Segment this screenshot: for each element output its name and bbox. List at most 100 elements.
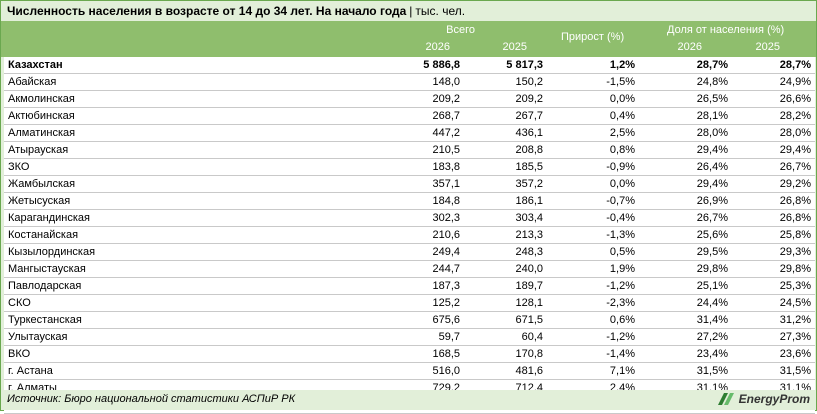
value-cell: 28,7%	[732, 57, 815, 74]
table-row: Костанайская 210,6 213,3 -1,3% 25,6% 25,8%	[4, 226, 815, 244]
value-cell: 0,6%	[547, 311, 639, 329]
value-cell: 671,5	[464, 311, 547, 329]
footer: Источник: Бюро национальной статистики А…	[1, 390, 816, 410]
table-row: Актюбинская 268,7 267,7 0,4% 28,1% 28,2%	[4, 107, 815, 125]
region-cell: ВКО	[4, 345, 334, 363]
value-cell: 26,6%	[732, 90, 815, 108]
value-cell: 0,0%	[547, 175, 639, 193]
table-header: Всего Прирост (%) Доля от населения (%) …	[1, 21, 816, 57]
value-cell: 436,1	[464, 124, 547, 142]
value-cell: 28,1%	[639, 107, 732, 125]
region-cell: Костанайская	[4, 226, 334, 244]
value-cell: 249,4	[334, 243, 464, 261]
value-cell: 186,1	[464, 192, 547, 210]
value-cell: 303,4	[464, 209, 547, 227]
value-cell: 29,8%	[639, 260, 732, 278]
header-year-share-2025: 2025	[755, 41, 780, 53]
region-cell: СКО	[4, 294, 334, 312]
header-growth: Прирост (%)	[561, 31, 625, 43]
value-cell: 209,2	[334, 90, 464, 108]
table-row: Атырауская 210,5 208,8 0,8% 29,4% 29,4%	[4, 141, 815, 159]
region-cell: Алматинская	[4, 124, 334, 142]
header-share: Доля от населения (%)	[667, 24, 785, 36]
unit-label: тыс. чел.	[415, 4, 466, 18]
value-cell: 481,6	[464, 362, 547, 380]
value-cell: 24,8%	[639, 73, 732, 91]
table-row: Кызылординская 249,4 248,3 0,5% 29,5% 29,3%	[4, 243, 815, 261]
table-row: Карагандинская 302,3 303,4 -0,4% 26,7% 26,8%	[4, 209, 815, 227]
table-row: Мангыстауская 244,7 240,0 1,9% 29,8% 29,8%	[4, 260, 815, 278]
table-row: СКО 125,2 128,1 -2,3% 24,4% 24,5%	[4, 294, 815, 312]
table-row: Жамбылская 357,1 357,2 0,0% 29,4% 29,2%	[4, 175, 815, 193]
value-cell: 29,4%	[732, 141, 815, 159]
header-total: Всего	[446, 24, 475, 36]
report-frame: Численность населения в возрасте от 14 д…	[0, 0, 817, 414]
value-cell: 29,2%	[732, 175, 815, 193]
table-row: Улытауская 59,7 60,4 -1,2% 27,2% 27,3%	[4, 328, 815, 346]
value-cell: 150,2	[464, 73, 547, 91]
value-cell: 23,6%	[732, 345, 815, 363]
value-cell: 516,0	[334, 362, 464, 380]
value-cell: 208,8	[464, 141, 547, 159]
value-cell: 26,5%	[639, 90, 732, 108]
value-cell: 168,5	[334, 345, 464, 363]
table-row: г. Астана 516,0 481,6 7,1% 31,5% 31,5%	[4, 362, 815, 380]
value-cell: 189,7	[464, 277, 547, 295]
value-cell: -1,3%	[547, 226, 639, 244]
value-cell: 209,2	[464, 90, 547, 108]
table-title: Численность населения в возрасте от 14 д…	[7, 4, 407, 18]
value-cell: 187,3	[334, 277, 464, 295]
value-cell: 302,3	[334, 209, 464, 227]
value-cell: 2,5%	[547, 124, 639, 142]
value-cell: 184,8	[334, 192, 464, 210]
value-cell: 7,1%	[547, 362, 639, 380]
region-cell: Жетысуская	[4, 192, 334, 210]
header-year-total-2025: 2025	[502, 41, 527, 53]
value-cell: 26,9%	[639, 192, 732, 210]
energyprom-logo-icon	[717, 393, 734, 405]
value-cell: 29,5%	[639, 243, 732, 261]
table-row: Туркестанская 675,6 671,5 0,6% 31,4% 31,2%	[4, 311, 815, 329]
value-cell: 26,8%	[732, 192, 815, 210]
value-cell: -1,4%	[547, 345, 639, 363]
table-row-total: Казахстан 5 886,8 5 817,3 1,2% 28,7% 28,7%	[4, 57, 815, 74]
value-cell: 31,5%	[732, 362, 815, 380]
value-cell: 28,0%	[639, 124, 732, 142]
value-cell: 183,8	[334, 158, 464, 176]
table-body: Казахстан 5 886,8 5 817,3 1,2% 28,7% 28,7% Аба…	[4, 57, 815, 414]
value-cell: 60,4	[464, 328, 547, 346]
value-cell: 24,9%	[732, 73, 815, 91]
value-cell: 185,5	[464, 158, 547, 176]
value-cell: -0,7%	[547, 192, 639, 210]
data-table: Казахстан 5 886,8 5 817,3 1,2% 28,7% 28,7% Аба…	[4, 57, 815, 414]
table-row: Алматинская 447,2 436,1 2,5% 28,0% 28,0%	[4, 124, 815, 142]
value-cell: 29,3%	[732, 243, 815, 261]
value-cell: 0,5%	[547, 243, 639, 261]
value-cell: -1,2%	[547, 277, 639, 295]
value-cell: 0,8%	[547, 141, 639, 159]
value-cell: 31,2%	[732, 311, 815, 329]
region-cell: Актюбинская	[4, 107, 334, 125]
value-cell: 59,7	[334, 328, 464, 346]
value-cell: 213,3	[464, 226, 547, 244]
value-cell: 170,8	[464, 345, 547, 363]
value-cell: 28,0%	[732, 124, 815, 142]
value-cell: 25,1%	[639, 277, 732, 295]
value-cell: 1,2%	[547, 57, 639, 74]
value-cell: 27,3%	[732, 328, 815, 346]
value-cell: 26,8%	[732, 209, 815, 227]
region-cell: Казахстан	[4, 57, 334, 74]
value-cell: 148,0	[334, 73, 464, 91]
value-cell: 24,4%	[639, 294, 732, 312]
value-cell: 5 817,3	[464, 57, 547, 74]
value-cell: 268,7	[334, 107, 464, 125]
value-cell: 125,2	[334, 294, 464, 312]
value-cell: 447,2	[334, 124, 464, 142]
value-cell: 24,5%	[732, 294, 815, 312]
region-cell: Мангыстауская	[4, 260, 334, 278]
value-cell: 26,4%	[639, 158, 732, 176]
title-bar: Численность населения в возрасте от 14 д…	[1, 1, 816, 21]
value-cell: 26,7%	[639, 209, 732, 227]
region-cell: Атырауская	[4, 141, 334, 159]
region-cell: г. Астана	[4, 362, 334, 380]
